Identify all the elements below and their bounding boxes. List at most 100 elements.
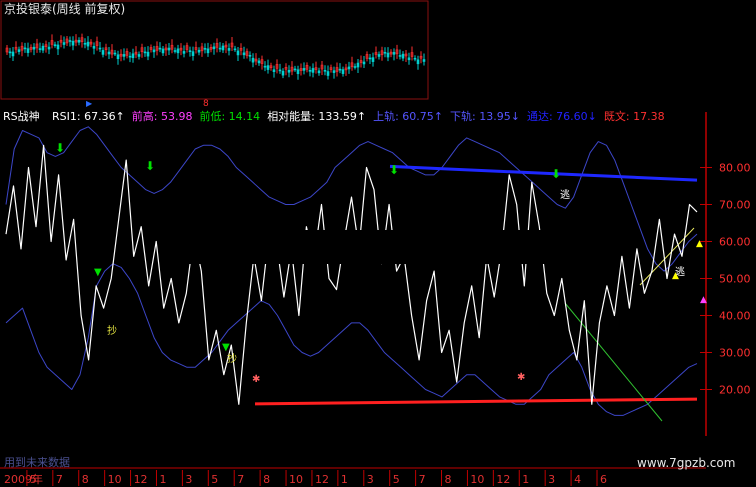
candle-body <box>92 46 96 49</box>
candle-body <box>296 69 300 75</box>
triangle-up-icon: ▲ <box>696 239 703 249</box>
y-tick-label: 80.00 <box>719 162 751 175</box>
candle-body <box>386 52 390 58</box>
occlusion-block <box>170 230 580 264</box>
candle-body <box>152 49 156 53</box>
candle-body <box>362 61 366 65</box>
price-panel: 京投银泰(周线 前复权) ▶ 8 <box>0 0 429 109</box>
candle-body <box>56 44 60 50</box>
candle-body <box>416 59 420 65</box>
candle-body <box>47 46 51 50</box>
x-tick-label: 3 <box>185 473 192 486</box>
candle-body <box>353 66 357 68</box>
triangle-down-icon: ▼ <box>94 267 102 278</box>
candle-body <box>167 47 171 51</box>
candle-body <box>383 51 387 54</box>
candle-body <box>173 50 177 52</box>
triangle-down-icon: ▼ <box>222 342 230 353</box>
x-tick-label: 8 <box>263 473 270 486</box>
candle-body <box>62 42 66 45</box>
x-tick-label: 3 <box>548 473 555 486</box>
y-tick-label: 50.00 <box>719 273 751 286</box>
window-title: 京投银泰(周线 前复权) <box>4 1 125 16</box>
x-tick-label: 7 <box>419 473 426 486</box>
current-marker-icon: 8 <box>203 99 209 109</box>
escape-label: 逃 <box>560 188 570 201</box>
indicator-value-item: 前低: 14.14 <box>199 109 260 123</box>
x-tick-label: 1 <box>159 473 166 486</box>
candle-body <box>311 68 315 73</box>
candle-body <box>221 45 225 51</box>
x-tick-label: 6 <box>600 473 607 486</box>
y-tick-label: 40.00 <box>719 310 751 323</box>
candle-body <box>26 48 30 53</box>
candle-body <box>77 39 81 43</box>
indicator-header: RS战神 RSI1: 67.36↑ 前高: 53.98 前低: 14.14 相对能量:… <box>3 109 665 123</box>
x-axis: 2009年5 7 8 10 12 1 3 5 7 8 10 12 1 3 5 7 8 10 12 1 3 4 6 <box>4 470 607 486</box>
indicator-value-item: 既文: 17.38 <box>604 109 665 123</box>
candle-body <box>422 59 426 62</box>
indicator-value-item: RSI1: 67.36↑ <box>52 110 125 123</box>
candle-body <box>197 49 201 53</box>
y-tick-label: 60.00 <box>719 236 751 249</box>
candle-body <box>293 68 297 71</box>
candle-body <box>98 47 102 50</box>
x-tick-label: 7 <box>56 473 63 486</box>
candle-body <box>158 47 162 50</box>
candle-body <box>368 57 372 60</box>
candle-body <box>233 48 237 51</box>
buy-label: 抄 <box>107 324 117 337</box>
candle-body <box>107 51 111 55</box>
x-tick-label: 8 <box>445 473 452 486</box>
x-tick-label: 1 <box>341 473 348 486</box>
star-marker-icon: ✱ <box>517 372 525 383</box>
x-tick-label: 12 <box>134 473 148 486</box>
rsi-line-group <box>5 144 698 405</box>
y-tick-label: 70.00 <box>719 199 751 212</box>
chart-canvas: 京投银泰(周线 前复权) ▶ 8 RS战神 RSI1: 67.36↑ 前高: 53… <box>0 0 751 486</box>
candle-body <box>41 45 45 51</box>
band-lines <box>5 126 698 416</box>
candle-body <box>206 48 210 54</box>
candle-body <box>332 70 336 73</box>
x-tick-label: 3 <box>367 473 374 486</box>
candle-body <box>371 57 375 62</box>
candle-body <box>8 51 12 54</box>
candle-body <box>287 69 291 73</box>
candle-body <box>398 55 402 57</box>
indicator-value-item: 相对能量: 133.59↑ <box>267 109 366 123</box>
candle-body <box>236 50 240 56</box>
candle-body <box>356 62 360 68</box>
candle-body <box>266 65 270 70</box>
y-axis: 80.00 70.00 60.00 50.00 40.00 30.00 20.00 <box>700 162 751 397</box>
triangle-up-icon: ▲ <box>672 271 679 281</box>
candle-body <box>128 55 132 58</box>
candle-body <box>191 51 195 56</box>
candle-body <box>83 42 87 45</box>
y-tick-label: 20.00 <box>719 384 751 397</box>
candle-body <box>242 52 246 56</box>
candle-body <box>38 48 42 50</box>
candle-body <box>122 54 126 57</box>
indicator-values: RSI1: 67.36↑ 前高: 53.98 前低: 14.14 相对能量: 133.… <box>52 109 665 123</box>
x-tick-label: 2009年 <box>4 472 43 486</box>
x-tick-label: 10 <box>470 473 484 486</box>
candle-body <box>248 55 252 57</box>
star-marker-icon: ✱ <box>252 374 260 385</box>
watermark: www.7gpzb.com <box>637 456 735 470</box>
indicator-value-item: 前高: 53.98 <box>132 109 193 123</box>
candle-body <box>281 70 285 76</box>
candle-body <box>317 70 321 74</box>
x-tick-label: 8 <box>82 473 89 486</box>
candle-body <box>278 69 282 72</box>
candle-body <box>212 46 216 50</box>
candle-body <box>161 48 165 54</box>
candle-body <box>341 69 345 74</box>
candle-body <box>257 60 261 64</box>
candle-body <box>203 48 207 50</box>
down-arrow-icon: ⬇ <box>551 167 561 181</box>
candle-body <box>251 57 255 63</box>
candle-body <box>68 40 72 42</box>
candle-body <box>32 46 36 50</box>
indicator-value-item: 下轨: 13.95↓ <box>450 109 520 123</box>
